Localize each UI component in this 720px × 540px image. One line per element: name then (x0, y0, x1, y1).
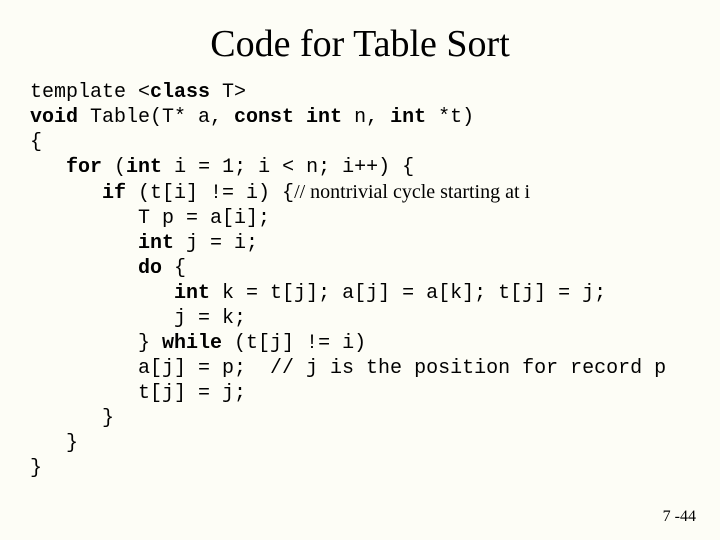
code-keyword: for (66, 156, 102, 179)
code-line: int j = i; (30, 232, 258, 255)
code-keyword: int (174, 282, 210, 305)
code-text: (t[i] != i) { (126, 182, 294, 205)
code-block: template <class T> void Table(T* a, cons… (30, 80, 690, 481)
code-keyword: int (138, 232, 174, 255)
code-keyword: while (162, 332, 222, 355)
code-text: } (30, 332, 162, 355)
code-text: (t[j] != i) (222, 332, 366, 355)
code-line: template <class T> (30, 81, 246, 104)
slide-title: Code for Table Sort (30, 22, 690, 66)
slide: Code for Table Sort template <class T> v… (0, 0, 720, 540)
code-text: ( (102, 156, 126, 179)
code-keyword: int (390, 106, 426, 129)
code-text: Table(T* a, (78, 106, 234, 129)
code-text: template < (30, 81, 150, 104)
code-line: j = k; (30, 307, 246, 330)
code-line: { (30, 131, 42, 154)
code-line: int k = t[j]; a[j] = a[k]; t[j] = j; (30, 282, 606, 305)
code-text (30, 156, 66, 179)
code-text: { (162, 257, 186, 280)
code-comment: // nontrivial cycle starting at i (294, 181, 530, 203)
code-line: } (30, 407, 114, 430)
page-number: 7 -44 (663, 508, 696, 526)
code-text (30, 182, 102, 205)
code-text (30, 232, 138, 255)
code-text: T> (210, 81, 246, 104)
code-line: do { (30, 257, 186, 280)
code-keyword: if (102, 182, 126, 205)
code-line: void Table(T* a, const int n, int *t) (30, 106, 474, 129)
code-text (30, 282, 174, 305)
code-text: i = 1; i < n; i++) { (162, 156, 414, 179)
code-line: } (30, 457, 42, 480)
code-text: *t) (426, 106, 474, 129)
code-line: T p = a[i]; (30, 207, 270, 230)
code-keyword: class (150, 81, 210, 104)
code-line: a[j] = p; // j is the position for recor… (30, 357, 666, 380)
code-keyword: do (138, 257, 162, 280)
code-keyword: void (30, 106, 78, 129)
code-text: k = t[j]; a[j] = a[k]; t[j] = j; (210, 282, 606, 305)
code-text: j = i; (174, 232, 258, 255)
code-line: t[j] = j; (30, 382, 246, 405)
code-text: n, (342, 106, 390, 129)
code-line: } while (t[j] != i) (30, 332, 366, 355)
code-line: if (t[i] != i) {// nontrivial cycle star… (30, 182, 530, 205)
code-line: for (int i = 1; i < n; i++) { (30, 156, 414, 179)
code-line: } (30, 432, 78, 455)
code-keyword: int (126, 156, 162, 179)
code-keyword: const int (234, 106, 342, 129)
code-text (30, 257, 138, 280)
